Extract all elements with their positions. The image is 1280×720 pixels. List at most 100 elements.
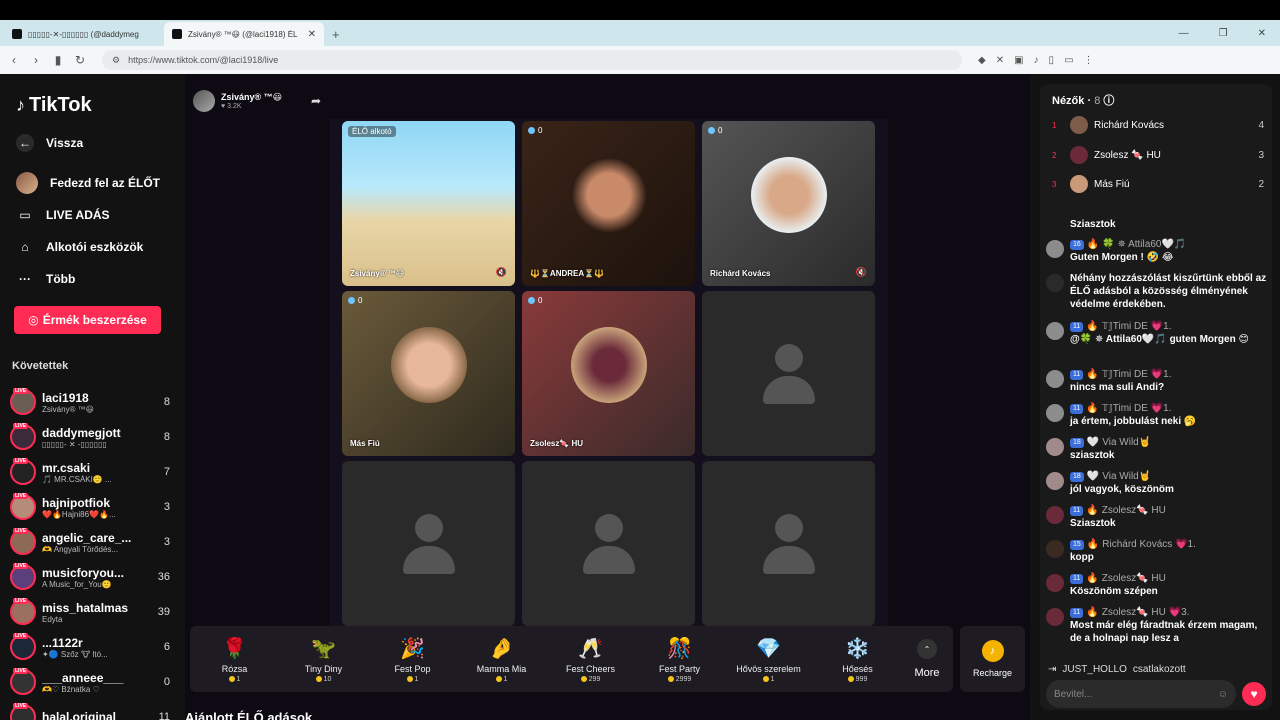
avatar: LIVE	[10, 388, 36, 415]
nav-explore-live[interactable]: Fedezd fel az ÉLŐT	[16, 172, 160, 194]
address-bar[interactable]: ⚙ https://www.tiktok.com/@laci1918/live	[102, 50, 962, 70]
extension-icon[interactable]: ▣	[1014, 55, 1023, 66]
person-placeholder-icon	[762, 343, 815, 404]
like-button[interactable]: ♥	[1242, 682, 1266, 706]
person-placeholder-icon	[402, 513, 455, 574]
viewers-title: Nézők · 8 ⓘ	[1052, 95, 1115, 107]
message-author[interactable]: Zsolesz🍬 HU	[1102, 572, 1166, 585]
following-sub: ✦🔵 Szőz 🐮 ltó...	[42, 649, 108, 659]
chat-message: 11 🔥 Zsolesz🍬 HU 💗3. Most már elég fáradtna…	[1046, 606, 1268, 645]
nav-more[interactable]: ··· Több	[16, 270, 75, 288]
guest-tile[interactable]: 0 🔱⏳ANDREA⏳🔱	[522, 121, 695, 286]
browser-tab-1[interactable]: ▯▯▯▯▯-✕-▯▯▯▯▯▯ (@daddymeg	[4, 22, 164, 46]
more-gifts-button[interactable]: ⌃ More	[902, 626, 952, 692]
viewer-row[interactable]: 1 Richárd Kovács 4	[1052, 116, 1264, 134]
following-item[interactable]: LIVE ...1122r ✦🔵 Szőz 🐮 ltó... 6	[10, 631, 170, 663]
message-author[interactable]: 𝕋𝕁Timi DE 💗1.	[1102, 320, 1172, 333]
level-badge: 11	[1070, 403, 1084, 414]
gift-name: Tiny Diny	[304, 663, 343, 674]
gift-item[interactable]: 💎 Hővös szerelem 1	[724, 626, 813, 692]
join-user[interactable]: JUST_HOLLO	[1062, 664, 1126, 675]
following-item[interactable]: LIVE mr.csaki 🎵 MR.CSÁKI🙂 ... 7	[10, 456, 170, 488]
viewer-count: 3	[163, 501, 170, 513]
following-item[interactable]: LIVE halal.original 11	[10, 701, 170, 720]
recharge-button[interactable]: ♪ Recharge	[960, 626, 1025, 692]
empty-guest-slot[interactable]	[342, 461, 515, 626]
forward-icon[interactable]: ›	[30, 53, 42, 67]
menu-icon[interactable]: ⋮	[1084, 55, 1094, 66]
host-likes: ♥ 3.2K	[221, 103, 242, 110]
message-author[interactable]: 🍀 ✵ Attila60🤍🎵	[1102, 238, 1186, 251]
message-author[interactable]: Richárd Kovács 💗1.	[1102, 538, 1196, 551]
get-coins-button[interactable]: ◎ Érmék beszerzése	[14, 306, 161, 334]
nav-back[interactable]: ← Vissza	[16, 134, 83, 152]
guest-tile[interactable]: 0 Más Fiú	[342, 291, 515, 456]
viewer-row[interactable]: 2 Zsolesz 🍬 HU 3	[1052, 146, 1264, 164]
minimize-icon[interactable]: —	[1179, 28, 1189, 39]
message-author[interactable]: 𝕋𝕁Timi DE 💗1.	[1102, 402, 1172, 415]
gift-item[interactable]: ❄️ Hőesés 999	[813, 626, 902, 692]
tiktok-logo[interactable]: ♪ TikTok	[16, 94, 92, 117]
empty-guest-slot[interactable]	[522, 461, 695, 626]
avatar	[1046, 322, 1064, 340]
following-item[interactable]: LIVE laci1918 Zsivány® ™😃 8	[10, 386, 170, 418]
back-icon[interactable]: ‹	[8, 53, 20, 67]
nav-live-studio[interactable]: ▭ LIVE ADÁS	[16, 206, 109, 224]
following-item[interactable]: LIVE hajnipotfiok ❤️🔥Hajni86❤️🔥... 3	[10, 491, 170, 523]
gift-item[interactable]: 🥂 Fest Cheers 299	[546, 626, 635, 692]
extension-icon[interactable]: ◆	[978, 55, 986, 66]
empty-guest-slot[interactable]	[702, 291, 875, 456]
following-item[interactable]: LIVE angelic_care_... 🫶 Angyali Törődés..…	[10, 526, 170, 558]
guest-tile[interactable]: 0 Zsolesz🍬 HU	[522, 291, 695, 456]
diamond-icon	[528, 127, 535, 134]
wallet-icon[interactable]: ▭	[1064, 55, 1073, 66]
viewer-name: Richárd Kovács	[1094, 119, 1165, 131]
following-item[interactable]: LIVE daddymegjott ▯▯▯▯▯- ✕ -▯▯▯▯▯▯ 8	[10, 421, 170, 453]
following-item[interactable]: LIVE ___anneee___ 🫶♡ Bźnatka ♡ 0	[10, 666, 170, 698]
music-icon[interactable]: ♪	[1034, 55, 1039, 66]
following-item[interactable]: LIVE miss_hatalmas Edyta 39	[10, 596, 170, 628]
following-sub: A Music_for_You🙂	[42, 579, 112, 589]
message-author[interactable]: 𝕋𝕁Timi DE 💗1.	[1102, 368, 1172, 381]
following-item[interactable]: LIVE musicforyou... A Music_for_You🙂 36	[10, 561, 170, 593]
host-info[interactable]: Zsivány® ™😃 ♥ 3.2K	[193, 90, 282, 112]
close-tab-icon[interactable]: ✕	[308, 29, 316, 40]
following-name: halal.original	[42, 710, 117, 720]
mic-muted-icon: 🔇	[495, 267, 507, 277]
message-author[interactable]: Via Wild🤘	[1102, 470, 1151, 483]
new-tab-button[interactable]: +	[324, 27, 348, 46]
site-settings-icon[interactable]: ⚙	[112, 55, 120, 66]
bookmark-icon[interactable]: ▮	[52, 53, 64, 67]
chevron-up-icon: ⌃	[917, 639, 937, 659]
guest-tile-host[interactable]: ÉLŐ alkotó Zsivány® ™😃 🔇	[342, 121, 515, 286]
following-sub: 🫶♡ Bźnatka ♡	[42, 684, 100, 694]
close-window-icon[interactable]: ✕	[1258, 28, 1266, 39]
fan-badge: 🔥	[1086, 539, 1100, 550]
chat-input[interactable]: Bevitel... ☺	[1046, 680, 1236, 708]
gift-item[interactable]: 🦖 Tiny Diny 10	[279, 626, 368, 692]
guest-tile[interactable]: 0 Richárd Kovács 🔇	[702, 121, 875, 286]
viewer-count: 0	[163, 676, 170, 688]
gift-item[interactable]: 🎊 Fest Party 2999	[635, 626, 724, 692]
sidebar-icon[interactable]: ▯	[1049, 55, 1055, 66]
gift-item[interactable]: 🎉 Fest Pop 1	[368, 626, 457, 692]
empty-guest-slot[interactable]	[702, 461, 875, 626]
nav-creator-tools[interactable]: ⌂ Alkotói eszközök	[16, 238, 143, 256]
chat-message: 15 🔥 Richárd Kovács 💗1. kopp	[1046, 538, 1268, 564]
level-badge: 16	[1070, 239, 1084, 250]
share-icon[interactable]: ➦	[311, 94, 321, 108]
gift-name: Mamma Mia	[476, 663, 527, 674]
maximize-icon[interactable]: ❐	[1219, 28, 1228, 39]
message-author[interactable]: Zsolesz🍬 HU	[1102, 504, 1166, 517]
emoji-icon[interactable]: ☺	[1218, 689, 1228, 700]
browser-tab-2[interactable]: Zsivány® ™😃 (@laci1918) ÉL ✕	[164, 22, 324, 46]
extension-icon[interactable]: ✕	[996, 55, 1004, 66]
reload-icon[interactable]: ↻	[74, 53, 86, 67]
message-author[interactable]: Via Wild🤘	[1102, 436, 1151, 449]
following-name: daddymegjott	[42, 425, 121, 440]
viewer-row[interactable]: 3 Más Fiú 2	[1052, 175, 1264, 193]
gift-item[interactable]: 🤌 Mamma Mia 1	[457, 626, 546, 692]
message-author[interactable]: Zsolesz🍬 HU 💗3.	[1102, 606, 1190, 619]
gift-item[interactable]: 🌹 Rózsa 1	[190, 626, 279, 692]
info-icon[interactable]: ⓘ	[1103, 95, 1114, 107]
